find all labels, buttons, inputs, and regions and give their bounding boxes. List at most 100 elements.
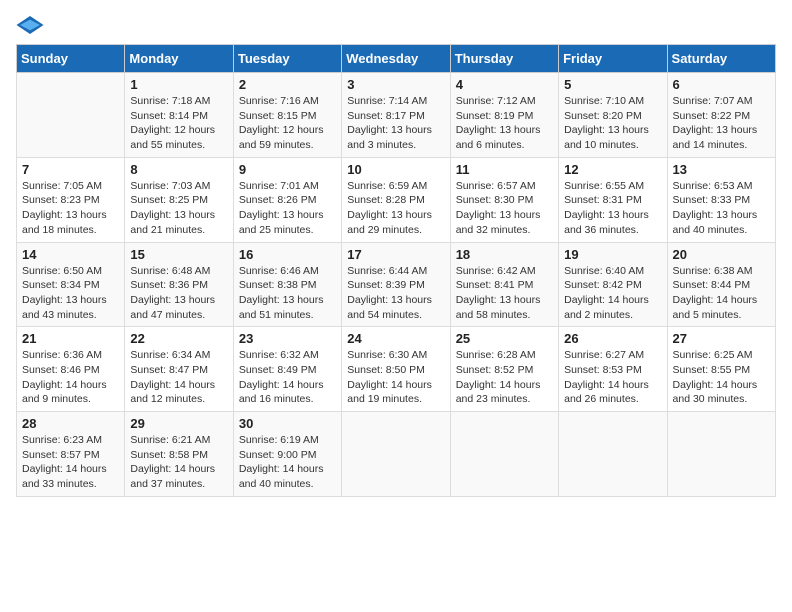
day-number: 29 — [130, 416, 227, 431]
day-detail: Sunrise: 6:40 AMSunset: 8:42 PMDaylight:… — [564, 264, 661, 323]
calendar-cell: 12 Sunrise: 6:55 AMSunset: 8:31 PMDayligh… — [559, 157, 667, 242]
calendar-cell — [667, 412, 775, 497]
header-thursday: Thursday — [450, 45, 558, 73]
logo — [16, 16, 48, 34]
logo-icon — [16, 16, 44, 34]
calendar-cell: 17 Sunrise: 6:44 AMSunset: 8:39 PMDayligh… — [342, 242, 450, 327]
day-detail: Sunrise: 6:23 AMSunset: 8:57 PMDaylight:… — [22, 433, 119, 492]
header-wednesday: Wednesday — [342, 45, 450, 73]
day-detail: Sunrise: 6:42 AMSunset: 8:41 PMDaylight:… — [456, 264, 553, 323]
day-detail: Sunrise: 7:10 AMSunset: 8:20 PMDaylight:… — [564, 94, 661, 153]
calendar-cell: 7 Sunrise: 7:05 AMSunset: 8:23 PMDaylight… — [17, 157, 125, 242]
day-detail: Sunrise: 7:05 AMSunset: 8:23 PMDaylight:… — [22, 179, 119, 238]
calendar-cell — [559, 412, 667, 497]
day-number: 14 — [22, 247, 119, 262]
day-number: 6 — [673, 77, 770, 92]
day-number: 27 — [673, 331, 770, 346]
day-number: 21 — [22, 331, 119, 346]
calendar-week-0: 1 Sunrise: 7:18 AMSunset: 8:14 PMDaylight… — [17, 73, 776, 158]
day-detail: Sunrise: 6:21 AMSunset: 8:58 PMDaylight:… — [130, 433, 227, 492]
calendar-cell: 24Sunrise: 6:30 AMSunset: 8:50 PMDayligh… — [342, 327, 450, 412]
day-detail: Sunrise: 6:38 AMSunset: 8:44 PMDaylight:… — [673, 264, 770, 323]
calendar-cell: 6 Sunrise: 7:07 AMSunset: 8:22 PMDaylight… — [667, 73, 775, 158]
day-number: 13 — [673, 162, 770, 177]
day-number: 5 — [564, 77, 661, 92]
day-number: 7 — [22, 162, 119, 177]
calendar-cell: 14 Sunrise: 6:50 AMSunset: 8:34 PMDayligh… — [17, 242, 125, 327]
calendar-cell: 30Sunrise: 6:19 AMSunset: 9:00 PMDayligh… — [233, 412, 341, 497]
day-detail: Sunrise: 7:16 AMSunset: 8:15 PMDaylight:… — [239, 94, 336, 153]
day-detail: Sunrise: 7:14 AMSunset: 8:17 PMDaylight:… — [347, 94, 444, 153]
day-detail: Sunrise: 6:25 AMSunset: 8:55 PMDaylight:… — [673, 348, 770, 407]
calendar-header-row: SundayMondayTuesdayWednesdayThursdayFrid… — [17, 45, 776, 73]
day-number: 24 — [347, 331, 444, 346]
calendar-table: SundayMondayTuesdayWednesdayThursdayFrid… — [16, 44, 776, 497]
calendar-cell: 11Sunrise: 6:57 AMSunset: 8:30 PMDayligh… — [450, 157, 558, 242]
calendar-week-2: 14 Sunrise: 6:50 AMSunset: 8:34 PMDayligh… — [17, 242, 776, 327]
calendar-cell: 26 Sunrise: 6:27 AMSunset: 8:53 PMDayligh… — [559, 327, 667, 412]
calendar-cell: 2 Sunrise: 7:16 AMSunset: 8:15 PMDaylight… — [233, 73, 341, 158]
calendar-cell: 21 Sunrise: 6:36 AMSunset: 8:46 PMDayligh… — [17, 327, 125, 412]
header-sunday: Sunday — [17, 45, 125, 73]
calendar-cell: 27 Sunrise: 6:25 AMSunset: 8:55 PMDayligh… — [667, 327, 775, 412]
calendar-cell: 18 Sunrise: 6:42 AMSunset: 8:41 PMDayligh… — [450, 242, 558, 327]
day-detail: Sunrise: 6:55 AMSunset: 8:31 PMDaylight:… — [564, 179, 661, 238]
day-detail: Sunrise: 7:12 AMSunset: 8:19 PMDaylight:… — [456, 94, 553, 153]
day-detail: Sunrise: 6:46 AMSunset: 8:38 PMDaylight:… — [239, 264, 336, 323]
day-number: 11 — [456, 162, 553, 177]
day-detail: Sunrise: 6:48 AMSunset: 8:36 PMDaylight:… — [130, 264, 227, 323]
day-number: 10 — [347, 162, 444, 177]
day-number: 25 — [456, 331, 553, 346]
day-number: 16 — [239, 247, 336, 262]
day-number: 19 — [564, 247, 661, 262]
day-detail: Sunrise: 6:27 AMSunset: 8:53 PMDaylight:… — [564, 348, 661, 407]
calendar-cell: 29 Sunrise: 6:21 AMSunset: 8:58 PMDayligh… — [125, 412, 233, 497]
calendar-cell: 19 Sunrise: 6:40 AMSunset: 8:42 PMDayligh… — [559, 242, 667, 327]
day-number: 1 — [130, 77, 227, 92]
day-number: 22 — [130, 331, 227, 346]
header-tuesday: Tuesday — [233, 45, 341, 73]
day-number: 18 — [456, 247, 553, 262]
calendar-cell: 3 Sunrise: 7:14 AMSunset: 8:17 PMDaylight… — [342, 73, 450, 158]
calendar-cell: 13 Sunrise: 6:53 AMSunset: 8:33 PMDayligh… — [667, 157, 775, 242]
calendar-week-4: 28 Sunrise: 6:23 AMSunset: 8:57 PMDayligh… — [17, 412, 776, 497]
calendar-cell: 25 Sunrise: 6:28 AMSunset: 8:52 PMDayligh… — [450, 327, 558, 412]
calendar-cell — [450, 412, 558, 497]
calendar-week-1: 7 Sunrise: 7:05 AMSunset: 8:23 PMDaylight… — [17, 157, 776, 242]
calendar-cell: 4 Sunrise: 7:12 AMSunset: 8:19 PMDaylight… — [450, 73, 558, 158]
day-number: 3 — [347, 77, 444, 92]
day-number: 8 — [130, 162, 227, 177]
day-detail: Sunrise: 7:03 AMSunset: 8:25 PMDaylight:… — [130, 179, 227, 238]
day-number: 28 — [22, 416, 119, 431]
day-detail: Sunrise: 6:53 AMSunset: 8:33 PMDaylight:… — [673, 179, 770, 238]
day-number: 20 — [673, 247, 770, 262]
calendar-cell: 1 Sunrise: 7:18 AMSunset: 8:14 PMDaylight… — [125, 73, 233, 158]
day-number: 17 — [347, 247, 444, 262]
day-number: 9 — [239, 162, 336, 177]
calendar-cell — [342, 412, 450, 497]
day-number: 12 — [564, 162, 661, 177]
calendar-cell — [17, 73, 125, 158]
day-detail: Sunrise: 6:50 AMSunset: 8:34 PMDaylight:… — [22, 264, 119, 323]
calendar-week-3: 21 Sunrise: 6:36 AMSunset: 8:46 PMDayligh… — [17, 327, 776, 412]
calendar-cell: 5 Sunrise: 7:10 AMSunset: 8:20 PMDaylight… — [559, 73, 667, 158]
day-detail: Sunrise: 6:44 AMSunset: 8:39 PMDaylight:… — [347, 264, 444, 323]
day-detail: Sunrise: 6:36 AMSunset: 8:46 PMDaylight:… — [22, 348, 119, 407]
calendar-cell: 15Sunrise: 6:48 AMSunset: 8:36 PMDayligh… — [125, 242, 233, 327]
day-number: 4 — [456, 77, 553, 92]
calendar-cell: 16 Sunrise: 6:46 AMSunset: 8:38 PMDayligh… — [233, 242, 341, 327]
day-detail: Sunrise: 6:32 AMSunset: 8:49 PMDaylight:… — [239, 348, 336, 407]
day-detail: Sunrise: 6:19 AMSunset: 9:00 PMDaylight:… — [239, 433, 336, 492]
day-detail: Sunrise: 7:01 AMSunset: 8:26 PMDaylight:… — [239, 179, 336, 238]
day-detail: Sunrise: 7:18 AMSunset: 8:14 PMDaylight:… — [130, 94, 227, 153]
day-detail: Sunrise: 7:07 AMSunset: 8:22 PMDaylight:… — [673, 94, 770, 153]
calendar-cell: 28 Sunrise: 6:23 AMSunset: 8:57 PMDayligh… — [17, 412, 125, 497]
header-monday: Monday — [125, 45, 233, 73]
calendar-cell: 22Sunrise: 6:34 AMSunset: 8:47 PMDayligh… — [125, 327, 233, 412]
day-number: 26 — [564, 331, 661, 346]
calendar-cell: 20 Sunrise: 6:38 AMSunset: 8:44 PMDayligh… — [667, 242, 775, 327]
day-number: 2 — [239, 77, 336, 92]
day-detail: Sunrise: 6:28 AMSunset: 8:52 PMDaylight:… — [456, 348, 553, 407]
day-detail: Sunrise: 6:59 AMSunset: 8:28 PMDaylight:… — [347, 179, 444, 238]
calendar-cell: 23Sunrise: 6:32 AMSunset: 8:49 PMDayligh… — [233, 327, 341, 412]
